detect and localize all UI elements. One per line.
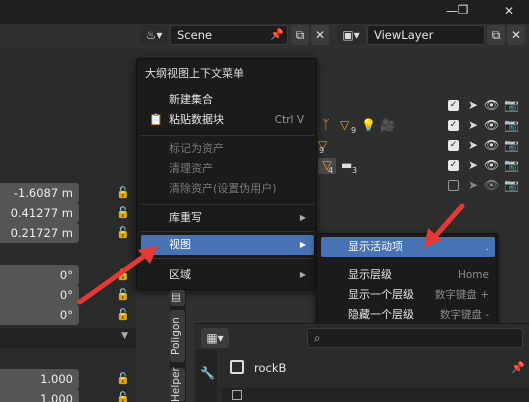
red-arrow-left xyxy=(77,246,158,305)
red-arrow-right xyxy=(424,203,465,248)
annotation-arrows xyxy=(77,203,465,305)
